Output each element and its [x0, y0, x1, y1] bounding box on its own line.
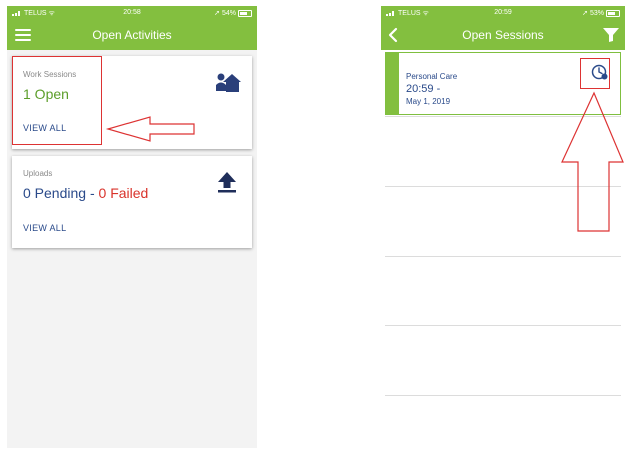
annotation-arrows: [105, 91, 624, 232]
left-arrow-annotation: [105, 116, 195, 142]
up-arrow-annotation: [561, 91, 624, 232]
